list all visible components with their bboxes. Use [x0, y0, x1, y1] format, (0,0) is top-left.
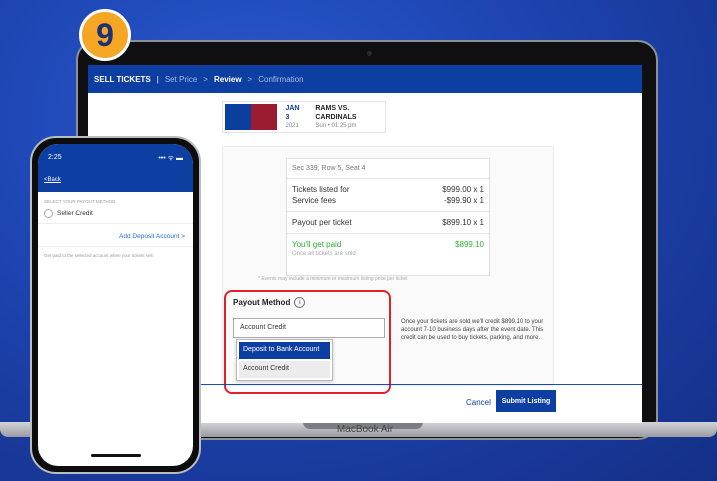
camera — [367, 51, 372, 56]
paid-label: You'll get paid — [292, 240, 342, 249]
status-icons: ••• ᯤ ▬ — [158, 155, 183, 162]
nav-chevron-icon: > — [247, 74, 253, 84]
sold-note: Once all tickets are sold — [292, 251, 356, 257]
fees-value: -$99.90 x 1 — [443, 196, 484, 205]
nav-separator: | — [156, 74, 159, 84]
seat-info: Sec 339, Row 5, Seat 4 — [292, 165, 366, 172]
fees-label: Service fees — [292, 196, 337, 205]
listed-value: $999.00 x 1 — [442, 185, 484, 194]
paid-value: $899.10 — [455, 240, 484, 249]
price-summary: Sec 339, Row 5, Seat 4 Tickets listed fo… — [286, 158, 490, 276]
submit-listing-button[interactable]: Submit Listing — [496, 390, 556, 412]
laptop-label: MacBook Air — [336, 424, 394, 435]
phone-screen: 2:25 ••• ᯤ ▬ <Back SELECT YOUR PAYOUT MET… — [38, 144, 193, 466]
highlight-box — [224, 290, 391, 394]
team-logos — [225, 104, 278, 130]
disclaimer: * Events may include a minimum or maximu… — [258, 276, 408, 282]
home-indicator — [91, 454, 141, 457]
nav-sell-tickets[interactable]: SELL TICKETS — [94, 75, 151, 84]
nav-set-price[interactable]: Set Price — [165, 75, 197, 84]
chevron-right-icon: > — [181, 233, 185, 240]
event-card: JAN 3 2021 RAMS VS. CARDINALS Sun • 01:25 … — [222, 101, 386, 133]
phone-time: 2:25 — [48, 154, 62, 161]
payout-value: $899.10 x 1 — [442, 218, 484, 227]
seller-credit-option[interactable]: Seller Credit — [38, 207, 193, 224]
listed-label: Tickets listed for — [292, 185, 350, 194]
event-title: RAMS VS. CARDINALS Sun • 01:25 pm — [315, 104, 357, 129]
step-badge: 9 — [79, 9, 131, 61]
radio-icon[interactable] — [44, 209, 53, 218]
cancel-button[interactable]: Cancel — [466, 398, 491, 407]
credit-note: Once your tickets are sold we'll credit … — [401, 319, 544, 341]
payout-label: Payout per ticket — [292, 218, 352, 227]
phone: 2:25 ••• ᯤ ▬ <Back SELECT YOUR PAYOUT MET… — [30, 136, 201, 474]
status-bar: 2:25 ••• ᯤ ▬ — [38, 144, 193, 174]
event-date: JAN 3 2021 — [285, 104, 300, 129]
nav-review[interactable]: Review — [214, 75, 242, 84]
top-nav: SELL TICKETS | Set Price > Review > Conf… — [88, 65, 642, 93]
back-link[interactable]: <Back — [38, 174, 193, 192]
add-deposit-account-link[interactable]: Add Deposit Account > — [38, 224, 193, 247]
payout-note: Get paid to the selected account when yo… — [44, 253, 154, 258]
nav-chevron-icon: > — [203, 74, 208, 84]
section-label: SELECT YOUR PAYOUT METHOD — [44, 199, 116, 204]
nav-confirmation[interactable]: Confirmation — [258, 75, 303, 84]
